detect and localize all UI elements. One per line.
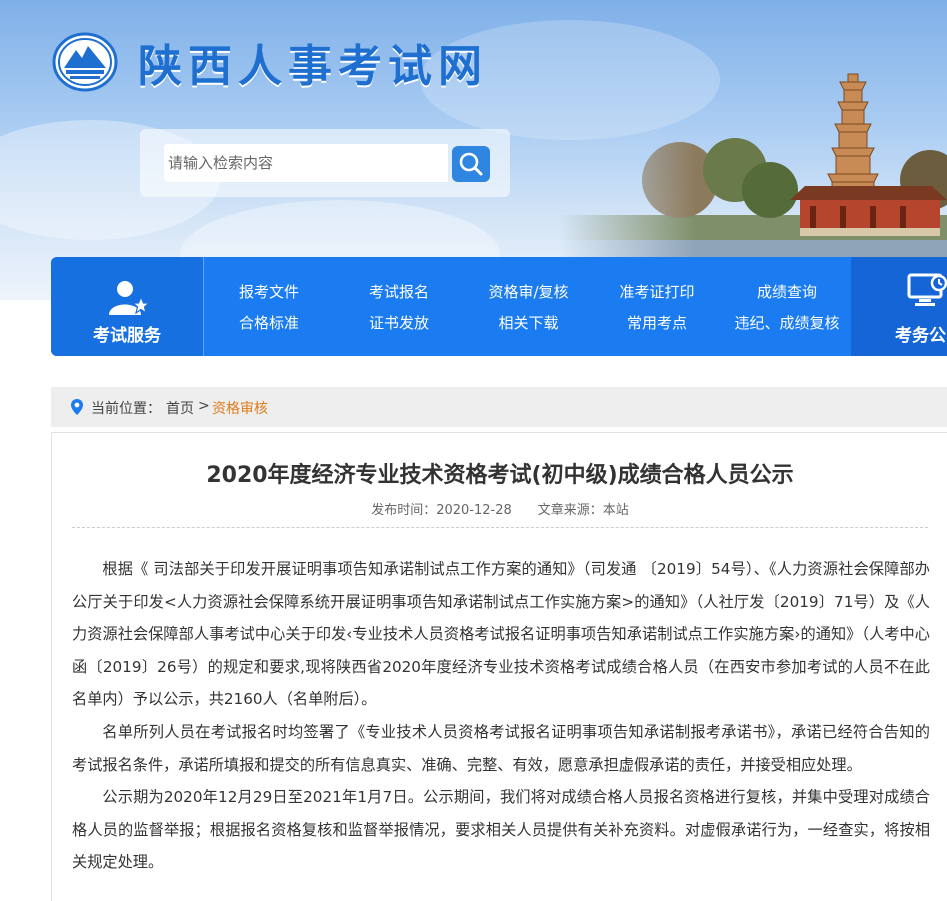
nav-link-admission-ticket[interactable]: 准考证打印 [607,282,707,302]
breadcrumb: 当前位置： 首页 > 资格审核 [51,387,947,427]
nav-link-downloads[interactable]: 相关下载 [476,313,581,333]
exam-service-icon [109,281,149,315]
nav-column-2: 考试报名 证书发放 [349,257,449,356]
search-input[interactable] [164,144,448,182]
search-icon [459,152,483,176]
article-body: 根据《 司法部关于印发开展证明事项告知承诺制试点工作方案的通知》（司发通 〔20… [72,553,930,879]
nav-link-qualification-review[interactable]: 资格审/复核 [476,282,581,302]
article-meta: 发布时间：2020-12-28 文章来源：本站 [371,503,629,518]
nav-column-1: 报考文件 合格标准 [219,257,319,356]
site-title[interactable]: 陕西人事考试网 [138,30,488,94]
nav-column-4: 准考证打印 常用考点 [607,257,707,356]
nav-exam-affairs-label: 考务公 [895,326,946,346]
nav-link-exam-sites[interactable]: 常用考点 [607,313,707,333]
nav-exam-affairs[interactable]: 考务公 [851,257,947,356]
nav-exam-service[interactable]: 考试服务 [51,257,204,356]
search-button[interactable] [452,146,490,182]
article-paragraph: 名单所列人员在考试报名时均签署了《专业技术人员资格考试报名证明事项告知承诺制报考… [72,722,930,774]
header-banner: 陕西人事考试网 [0,0,947,300]
nav-link-score-review[interactable]: 违纪、成绩复核 [727,313,847,333]
nav-link-certificate-issue[interactable]: 证书发放 [349,313,449,333]
nav-link-score-query[interactable]: 成绩查询 [727,282,847,302]
main-nav: 考试服务 报考文件 合格标准 考试报名 证书发放 资格审/复核 相关下载 准考证… [51,257,947,356]
monitor-clock-icon [907,273,947,306]
breadcrumb-prefix: 当前位置： [91,401,161,417]
nav-link-exam-registration[interactable]: 考试报名 [349,282,449,302]
nav-exam-service-label: 考试服务 [93,326,161,346]
site-logo-icon[interactable] [52,32,118,92]
breadcrumb-current[interactable]: 资格审核 [212,398,268,418]
article-paragraph: 公示期为2020年12月29日至2021年1月7日。公示期间，我们将对成绩合格人… [72,788,930,872]
location-pin-icon [71,399,83,415]
nav-column-3: 资格审/复核 相关下载 [476,257,581,356]
article: 2020年度经济专业技术资格考试(初中级)成绩合格人员公示 发布时间：2020-… [51,432,947,901]
nav-link-pass-standard[interactable]: 合格标准 [219,313,319,333]
breadcrumb-home[interactable]: 首页 [166,398,194,418]
article-title: 2020年度经济专业技术资格考试(初中级)成绩合格人员公示 [206,463,794,488]
article-divider [72,527,928,528]
article-paragraph: 根据《 司法部关于印发开展证明事项告知承诺制试点工作方案的通知》（司发通 〔20… [72,560,930,709]
nav-column-5: 成绩查询 违纪、成绩复核 [727,257,847,356]
nav-link-exam-documents[interactable]: 报考文件 [219,282,319,302]
breadcrumb-separator: > [198,398,210,414]
